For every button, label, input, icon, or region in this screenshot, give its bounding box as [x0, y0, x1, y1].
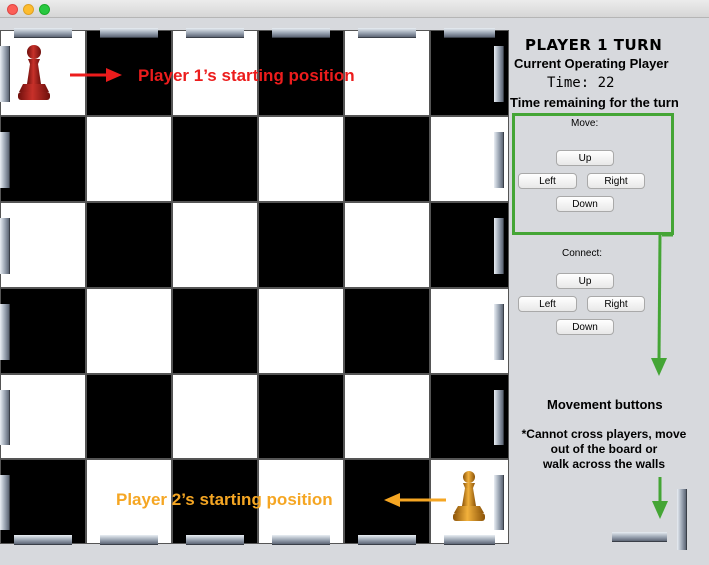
orange-arrow-icon — [384, 493, 446, 507]
annotation-arrows — [70, 68, 673, 519]
green-down-arrow-icon — [652, 477, 668, 519]
red-arrow-icon — [70, 68, 122, 82]
green-arrow-icon — [651, 233, 673, 376]
